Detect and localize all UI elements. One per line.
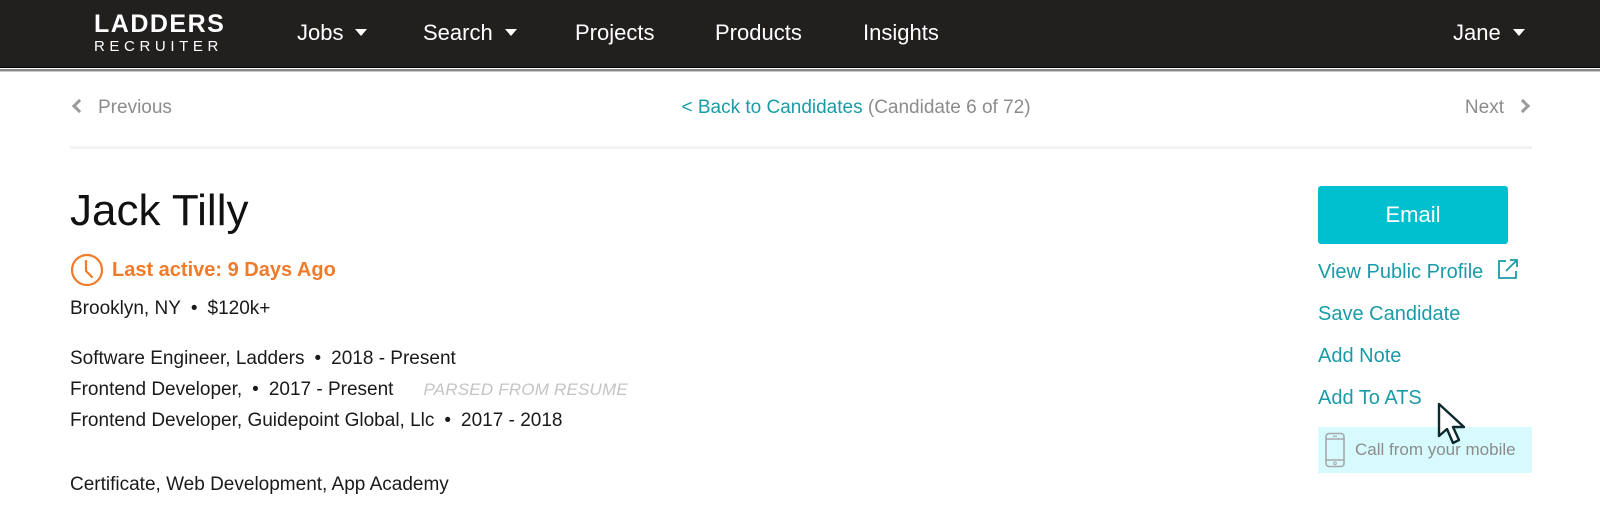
- salary: $120k+: [207, 298, 271, 319]
- nav-item-insights[interactable]: Insights: [863, 18, 939, 48]
- education-item: Certificate, Web Development, App Academ…: [70, 474, 449, 495]
- experience-dates: 2017 - 2018: [461, 410, 563, 431]
- caret-down-icon: [504, 28, 517, 36]
- top-nav-bar: LADDERS RECRUITER Jobs Search Projects P…: [0, 0, 1600, 68]
- view-public-profile-link[interactable]: View Public Profile: [1318, 258, 1519, 286]
- experience-dates: 2018 - Present: [331, 348, 456, 369]
- section-divider: [70, 146, 1532, 149]
- nav-item-label: Projects: [575, 20, 655, 45]
- nav-item-label: Jobs: [297, 20, 344, 45]
- last-active-status: Last active: 9 Days Ago: [70, 253, 336, 287]
- nav-item-jobs[interactable]: Jobs: [297, 18, 368, 48]
- user-menu[interactable]: Jane: [1453, 18, 1525, 48]
- nav-item-label: Insights: [863, 20, 939, 45]
- clock-icon: [70, 253, 104, 287]
- experience-title: Software Engineer, Ladders: [70, 348, 305, 369]
- view-public-profile-label: View Public Profile: [1318, 261, 1484, 283]
- separator-dot: •: [190, 298, 198, 319]
- parsed-from-resume-tag: PARSED FROM RESUME: [423, 380, 628, 399]
- add-to-ats-link[interactable]: Add To ATS: [1318, 384, 1422, 412]
- nav-item-label: Products: [715, 20, 802, 45]
- separator-dot: •: [314, 348, 322, 369]
- call-from-mobile-button[interactable]: Call from your mobile: [1318, 427, 1532, 473]
- candidate-count: (Candidate 6 of 72): [867, 97, 1031, 118]
- mobile-phone-icon: [1325, 432, 1345, 468]
- candidate-pager: Previous < Back to Candidates (Candidate…: [70, 92, 1532, 124]
- experience-item: Frontend Developer, Guidepoint Global, L…: [70, 408, 562, 434]
- nav-item-search[interactable]: Search: [423, 18, 517, 48]
- separator-dot: •: [252, 379, 259, 400]
- experience-item: Frontend Developer, • 2017 - Present PARSED…: [70, 377, 628, 403]
- experience-item: Software Engineer, Ladders • 2018 - Presen…: [70, 346, 456, 372]
- add-note-link[interactable]: Add Note: [1318, 342, 1401, 370]
- experience-title: Frontend Developer, Guidepoint Global, L…: [70, 410, 435, 431]
- external-link-icon: [1497, 259, 1518, 279]
- next-label: Next: [1464, 97, 1504, 118]
- nav-item-products[interactable]: Products: [715, 18, 802, 48]
- next-button[interactable]: Next: [1465, 92, 1532, 124]
- back-to-candidates-link[interactable]: < Back to Candidates: [681, 97, 862, 118]
- nav-item-projects[interactable]: Projects: [575, 18, 654, 48]
- caret-down-icon: [1512, 28, 1525, 36]
- experience-title: Frontend Developer,: [70, 379, 243, 400]
- location-salary-line: Brooklyn, NY • $120k+: [70, 296, 270, 322]
- header-divider: [0, 69, 1600, 72]
- call-from-mobile-label: Call from your mobile: [1355, 440, 1516, 459]
- last-active-text: Last active: 9 Days Ago: [112, 259, 336, 281]
- chevron-right-icon: [1515, 98, 1531, 114]
- nav-item-label: Search: [423, 20, 493, 45]
- candidate-name: Jack Tilly: [70, 186, 249, 235]
- caret-down-icon: [355, 28, 368, 36]
- ladders-recruiter-logo[interactable]: LADDERS RECRUITER: [94, 11, 234, 56]
- logo-subtitle: RECRUITER: [94, 38, 223, 55]
- email-button[interactable]: Email: [1318, 186, 1508, 244]
- location: Brooklyn, NY: [70, 298, 181, 319]
- pager-center: < Back to Candidates (Candidate 6 of 72): [70, 92, 1532, 124]
- experience-dates: 2017 - Present: [268, 379, 394, 400]
- logo-wordmark: LADDERS: [94, 10, 226, 38]
- user-name: Jane: [1453, 20, 1501, 45]
- separator-dot: •: [444, 410, 452, 431]
- save-candidate-link[interactable]: Save Candidate: [1318, 300, 1460, 328]
